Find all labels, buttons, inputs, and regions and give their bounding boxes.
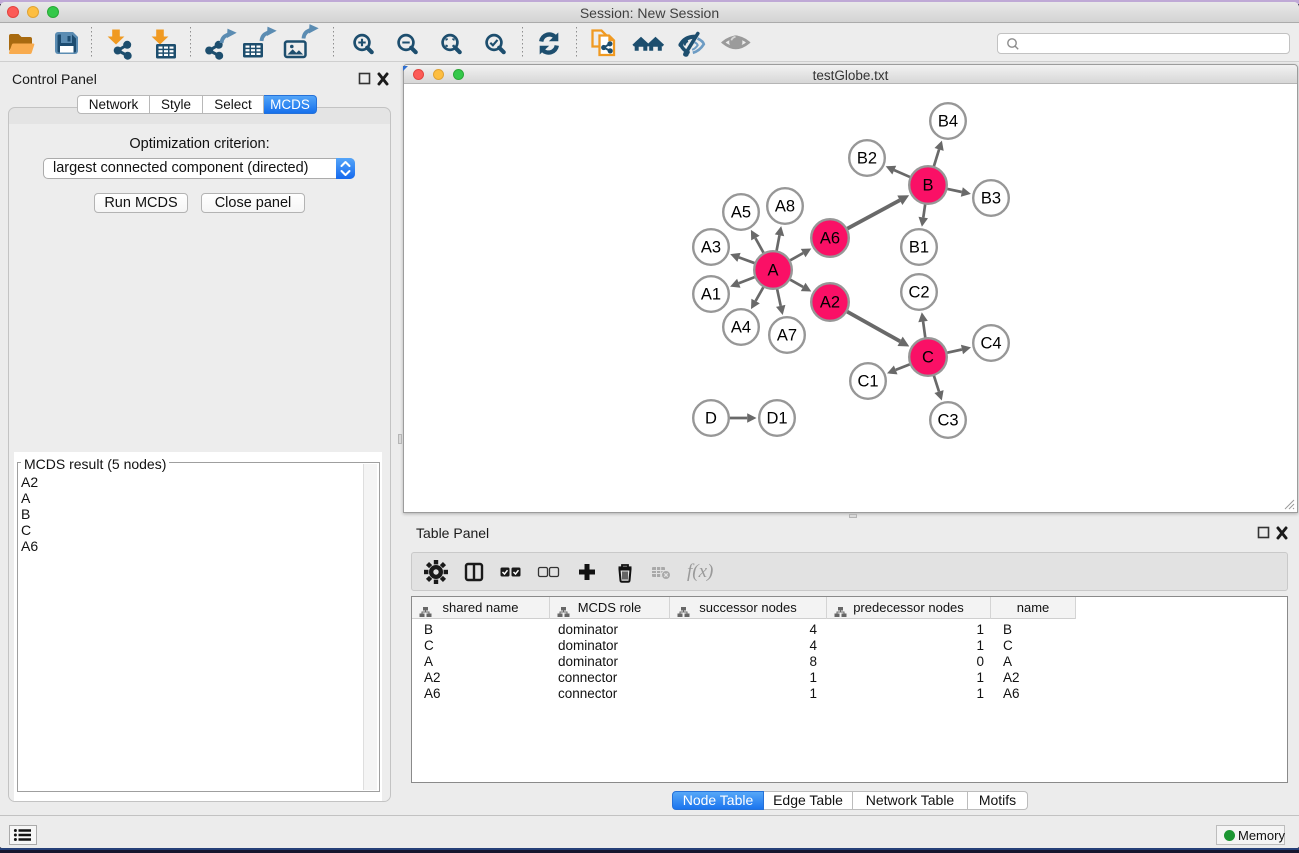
svg-text:C: C	[922, 349, 934, 367]
svg-text:C4: C4	[980, 335, 1001, 353]
svg-text:A3: A3	[701, 239, 721, 257]
svg-text:A5: A5	[731, 204, 751, 222]
svg-text:B: B	[922, 177, 933, 195]
svg-text:A: A	[767, 262, 778, 280]
svg-text:B4: B4	[938, 113, 958, 131]
svg-text:B3: B3	[981, 190, 1001, 208]
svg-text:A6: A6	[820, 230, 840, 248]
svg-text:A1: A1	[701, 286, 721, 304]
svg-text:A8: A8	[775, 198, 795, 216]
svg-text:B1: B1	[909, 239, 929, 257]
svg-text:D1: D1	[766, 410, 787, 428]
svg-text:C1: C1	[857, 373, 878, 391]
svg-text:C3: C3	[937, 412, 958, 430]
svg-text:A4: A4	[731, 319, 751, 337]
svg-text:A2: A2	[820, 294, 840, 312]
svg-text:A7: A7	[777, 327, 797, 345]
svg-text:C2: C2	[908, 284, 929, 302]
svg-text:D: D	[705, 410, 717, 428]
svg-text:B2: B2	[857, 150, 877, 168]
